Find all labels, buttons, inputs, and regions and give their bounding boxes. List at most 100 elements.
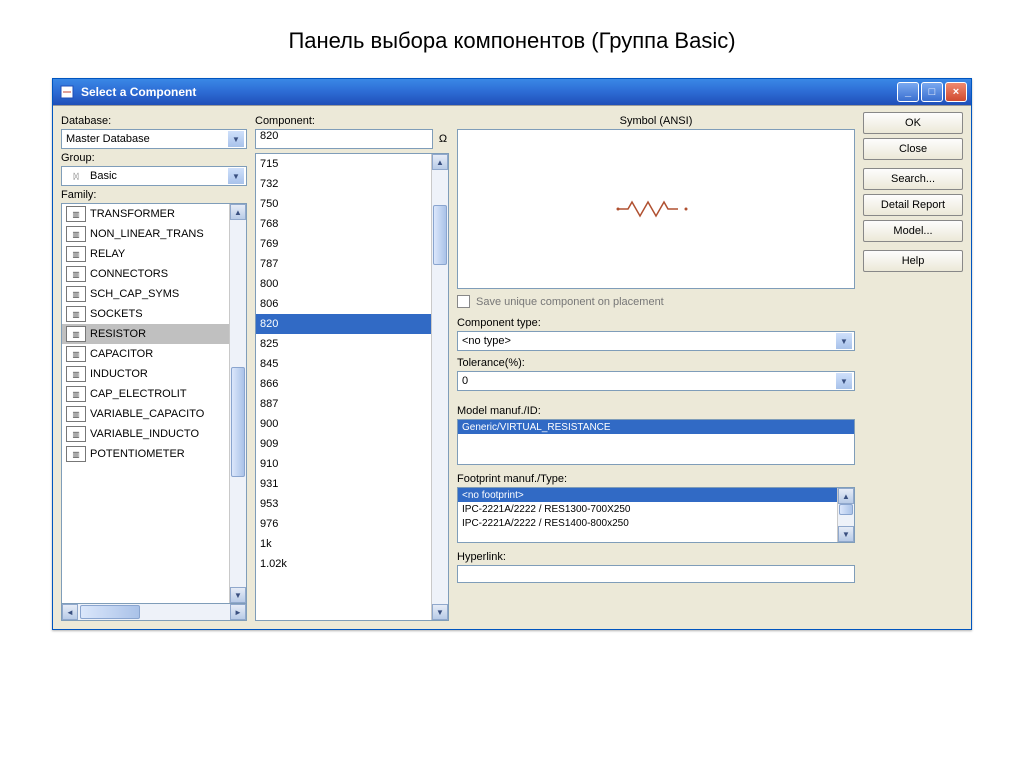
symbol-preview — [457, 129, 855, 289]
component-type-dropdown[interactable]: <no type> ▼ — [457, 331, 855, 351]
app-icon — [59, 84, 75, 100]
search-button[interactable]: Search... — [863, 168, 963, 190]
group-label: Group: — [61, 152, 247, 164]
window-title: Select a Component — [81, 85, 196, 99]
family-item-label: INDUCTOR — [90, 368, 148, 380]
family-item[interactable]: ▥POTENTIOMETER — [62, 444, 229, 464]
titlebar: Select a Component _ □ × — [53, 79, 971, 105]
component-family-icon: ▥ — [66, 426, 86, 442]
family-label: Family: — [61, 189, 247, 201]
scroll-left-icon[interactable]: ◄ — [62, 604, 78, 620]
scrollbar-horizontal[interactable]: ◄ ► — [61, 604, 247, 621]
component-item[interactable]: 1.02k — [256, 554, 431, 574]
save-unique-checkbox[interactable] — [457, 295, 470, 308]
component-family-icon: ▥ — [66, 206, 86, 222]
family-item[interactable]: ▥VARIABLE_CAPACITO — [62, 404, 229, 424]
scroll-down-icon[interactable]: ▼ — [230, 587, 246, 603]
family-item-label: VARIABLE_CAPACITO — [90, 408, 204, 420]
component-item[interactable]: 909 — [256, 434, 431, 454]
family-item-label: NON_LINEAR_TRANS — [90, 228, 204, 240]
scroll-right-icon[interactable]: ► — [230, 604, 246, 620]
family-item-label: RESISTOR — [90, 328, 146, 340]
scroll-down-icon[interactable]: ▼ — [838, 526, 854, 542]
tolerance-value: 0 — [462, 375, 836, 387]
chevron-down-icon: ▼ — [836, 373, 852, 389]
maximize-button[interactable]: □ — [921, 82, 943, 102]
family-item[interactable]: ▥NON_LINEAR_TRANS — [62, 224, 229, 244]
component-item[interactable]: 910 — [256, 454, 431, 474]
component-item[interactable]: 953 — [256, 494, 431, 514]
database-dropdown[interactable]: Master Database ▼ — [61, 129, 247, 149]
close-dialog-button[interactable]: Close — [863, 138, 963, 160]
model-listbox[interactable]: Generic/VIRTUAL_RESISTANCE — [457, 419, 855, 465]
tolerance-dropdown[interactable]: 0 ▼ — [457, 371, 855, 391]
family-item[interactable]: ▥CAPACITOR — [62, 344, 229, 364]
group-dropdown[interactable]: ᛞ Basic ▼ — [61, 166, 247, 186]
footprint-item[interactable]: IPC-2221A/2222 / RES1300-700X250 — [458, 502, 837, 516]
footprint-item[interactable]: IPC-2221A/2222 / RES1400-800x250 — [458, 516, 837, 530]
family-item[interactable]: ▥CAP_ELECTROLIT — [62, 384, 229, 404]
component-item[interactable]: 1k — [256, 534, 431, 554]
component-item[interactable]: 825 — [256, 334, 431, 354]
component-item[interactable]: 732 — [256, 174, 431, 194]
scrollbar-vertical[interactable]: ▲ ▼ — [431, 154, 448, 620]
scrollbar-vertical[interactable]: ▲ ▼ — [229, 204, 246, 603]
family-item[interactable]: ▥SOCKETS — [62, 304, 229, 324]
model-button[interactable]: Model... — [863, 220, 963, 242]
group-value: Basic — [90, 170, 228, 182]
component-listbox[interactable]: 7157327507687697878008068208258458668879… — [255, 153, 449, 621]
component-item[interactable]: 715 — [256, 154, 431, 174]
family-item[interactable]: ▥CONNECTORS — [62, 264, 229, 284]
family-item-label: CONNECTORS — [90, 268, 168, 280]
family-item-label: RELAY — [90, 248, 125, 260]
scroll-up-icon[interactable]: ▲ — [230, 204, 246, 220]
family-item[interactable]: ▥VARIABLE_INDUCTO — [62, 424, 229, 444]
detail-report-button[interactable]: Detail Report — [863, 194, 963, 216]
component-item[interactable]: 800 — [256, 274, 431, 294]
model-item[interactable]: Generic/VIRTUAL_RESISTANCE — [458, 420, 854, 434]
footprint-listbox[interactable]: <no footprint>IPC-2221A/2222 / RES1300-7… — [457, 487, 855, 543]
component-item[interactable]: 976 — [256, 514, 431, 534]
ok-button[interactable]: OK — [863, 112, 963, 134]
component-input[interactable]: 820 — [255, 129, 433, 149]
component-type-label: Component type: — [457, 317, 855, 329]
component-item[interactable]: 887 — [256, 394, 431, 414]
component-item[interactable]: 845 — [256, 354, 431, 374]
family-item-label: SOCKETS — [90, 308, 143, 320]
component-item[interactable]: 900 — [256, 414, 431, 434]
family-item[interactable]: ▥SCH_CAP_SYMS — [62, 284, 229, 304]
scroll-down-icon[interactable]: ▼ — [432, 604, 448, 620]
family-item-label: SCH_CAP_SYMS — [90, 288, 179, 300]
scrollbar-vertical[interactable]: ▲ ▼ — [837, 488, 854, 542]
hyperlink-field[interactable] — [457, 565, 855, 583]
minimize-button[interactable]: _ — [897, 82, 919, 102]
component-item[interactable]: 787 — [256, 254, 431, 274]
component-item[interactable]: 769 — [256, 234, 431, 254]
scroll-up-icon[interactable]: ▲ — [432, 154, 448, 170]
scroll-up-icon[interactable]: ▲ — [838, 488, 854, 504]
family-item[interactable]: ▥RELAY — [62, 244, 229, 264]
component-item[interactable]: 820 — [256, 314, 431, 334]
component-item[interactable]: 866 — [256, 374, 431, 394]
family-item[interactable]: ▥INDUCTOR — [62, 364, 229, 384]
hyperlink-label: Hyperlink: — [457, 551, 855, 563]
family-item-label: CAPACITOR — [90, 348, 153, 360]
component-item[interactable]: 768 — [256, 214, 431, 234]
database-value: Master Database — [66, 133, 228, 145]
symbol-label: Symbol (ANSI) — [457, 115, 855, 127]
footprint-label: Footprint manuf./Type: — [457, 473, 855, 485]
component-item[interactable]: 931 — [256, 474, 431, 494]
component-item[interactable]: 750 — [256, 194, 431, 214]
footprint-item[interactable]: <no footprint> — [458, 488, 837, 502]
close-button[interactable]: × — [945, 82, 967, 102]
family-item-label: TRANSFORMER — [90, 208, 175, 220]
family-item[interactable]: ▥RESISTOR — [62, 324, 229, 344]
database-label: Database: — [61, 115, 247, 127]
help-button[interactable]: Help — [863, 250, 963, 272]
model-label: Model manuf./ID: — [457, 405, 855, 417]
resistor-symbol-icon — [616, 197, 696, 221]
family-listbox[interactable]: ▥TRANSFORMER▥NON_LINEAR_TRANS▥RELAY▥CONN… — [61, 203, 247, 604]
family-item[interactable]: ▥ TRANSFORMER — [62, 204, 229, 224]
chevron-down-icon: ▼ — [836, 333, 852, 349]
component-item[interactable]: 806 — [256, 294, 431, 314]
